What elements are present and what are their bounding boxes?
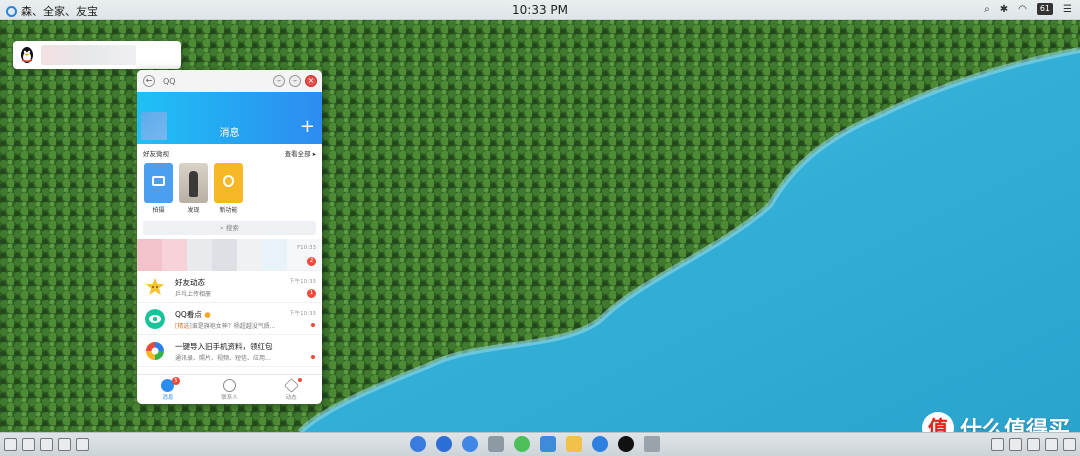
view-all-link[interactable]: 查看全部 ▸ [285, 148, 316, 158]
apps-grid-icon[interactable] [462, 436, 478, 452]
wifi-icon[interactable]: ◠ [1018, 4, 1027, 15]
tab-label: 动态 [285, 395, 297, 401]
gallery-icon[interactable] [991, 438, 1004, 451]
messages-header: 消息 + [137, 92, 322, 144]
page-title: 消息 [219, 128, 240, 139]
window-title: QQ [163, 76, 176, 86]
tab-label: 消息 [162, 395, 174, 401]
moment-shoot[interactable]: 拍摄 [144, 163, 173, 214]
desktop-icon[interactable] [40, 438, 53, 451]
tab-contacts[interactable]: 联系人 [199, 375, 261, 404]
messages-icon[interactable] [592, 436, 608, 452]
moment-discover[interactable]: 发现 [179, 163, 208, 214]
qq-window: ← QQ – – × 消息 + 好友微视 查看全部 ▸ 拍摄 发现 新功能 ⌕ … [137, 70, 322, 404]
system-logo-icon[interactable] [6, 5, 17, 17]
search-input[interactable]: ⌕ 搜索 [143, 221, 316, 235]
back-button[interactable]: ← [143, 75, 155, 87]
screen-icon[interactable] [1027, 438, 1040, 451]
verified-icon: ● [204, 310, 211, 319]
battery-indicator[interactable]: 61 [1036, 3, 1054, 15]
tab-badge: 5 [172, 377, 180, 385]
moment-label: 新功能 [219, 207, 238, 214]
dock [410, 436, 660, 452]
notification-content-redacted [41, 45, 136, 65]
redacted-conversation [137, 239, 287, 271]
eye-icon [145, 309, 165, 329]
calculator-icon[interactable] [488, 436, 504, 452]
notification-card[interactable] [13, 41, 181, 69]
menu-bar: 森、全家、友宝 10:33 PM ⌕ ✱ ◠ 61 ☰ [0, 0, 1080, 20]
star-icon [146, 278, 164, 295]
tab-feeds[interactable]: 动态 [260, 375, 322, 404]
settings-icon[interactable] [4, 438, 17, 451]
window-icon[interactable] [1009, 438, 1022, 451]
notes-icon[interactable] [566, 436, 582, 452]
minimize-icon[interactable]: – [273, 75, 285, 87]
grid-icon[interactable] [1045, 438, 1058, 451]
star-outline-icon [283, 378, 299, 393]
windows-icon[interactable] [22, 438, 35, 451]
search-icon[interactable]: ⌕ [984, 4, 990, 15]
list-item[interactable]: F10:33 2 [137, 239, 322, 271]
conversation-preview: 通讯录、照片、视频、短信、应用... [175, 355, 271, 362]
timestamp: F10:33 [296, 245, 316, 251]
taskbar [0, 432, 1080, 456]
add-button[interactable]: + [300, 118, 315, 136]
moment-new-feature[interactable]: 新功能 [214, 163, 243, 214]
camera-icon [152, 176, 165, 186]
launcher-icon[interactable] [436, 436, 452, 452]
unread-badge: 2 [307, 257, 316, 266]
bluetooth-icon[interactable]: ✱ [1000, 4, 1008, 15]
clock[interactable]: 10:33 PM [512, 3, 568, 17]
photos-icon[interactable] [540, 436, 556, 452]
control-center-icon[interactable]: ☰ [1063, 4, 1072, 15]
screenshot-icon[interactable] [58, 438, 71, 451]
pinwheel-icon [146, 342, 164, 360]
list-item[interactable]: 一键导入旧手机资料，领红包 通讯录、照片、视频、短信、应用... [137, 335, 322, 367]
app-title[interactable]: 森、全家、友宝 [21, 3, 98, 19]
dancer-thumbnail [189, 171, 198, 197]
moments-header: 好友微视 查看全部 ▸ [137, 146, 322, 160]
contacts-icon [223, 379, 236, 392]
list-item[interactable]: 好友动态 乒乓上传相册 下午10:33 1 [137, 271, 322, 303]
tab-messages[interactable]: 5 消息 [137, 375, 199, 404]
conversation-name: 一键导入旧手机资料，领红包 [175, 342, 273, 351]
record-icon[interactable] [76, 438, 89, 451]
conversation-preview: [精选]谁是旗袍女神？杨超越没气质... [175, 323, 276, 330]
moment-label: 发现 [187, 207, 200, 214]
panel-icon[interactable] [1063, 438, 1076, 451]
conversation-preview: 乒乓上传相册 [175, 291, 212, 298]
timestamp: 下午10:33 [289, 311, 316, 317]
unread-dot [311, 323, 315, 327]
tab-label: 联系人 [221, 395, 238, 401]
moments-label: 好友微视 [143, 150, 169, 158]
timestamp: 下午10:33 [289, 279, 316, 285]
list-item[interactable]: QQ看点 ● [精选]谁是旗袍女神？杨超越没气质... 下午10:33 [137, 303, 322, 335]
qq-penguin-icon [21, 47, 33, 63]
close-icon[interactable]: × [305, 75, 317, 87]
moments-row: 拍摄 发现 新功能 [137, 160, 322, 214]
unread-dot [311, 355, 315, 359]
tab-dot [298, 378, 303, 382]
trash-icon[interactable] [644, 436, 660, 452]
unread-badge: 1 [307, 289, 316, 298]
conversation-list: F10:33 2 好友动态 乒乓上传相册 下午10:33 1 QQ看点 ● [精… [137, 239, 322, 367]
moment-label: 拍摄 [152, 207, 165, 214]
lightbulb-icon [223, 175, 234, 187]
conversation-name: 好友动态 [175, 278, 205, 287]
browser-icon[interactable] [514, 436, 530, 452]
window-titlebar[interactable]: ← QQ – – × [137, 70, 322, 92]
maximize-icon[interactable]: – [289, 75, 301, 87]
bottom-tab-bar: 5 消息 联系人 动态 [137, 374, 322, 404]
finder-icon[interactable] [410, 436, 426, 452]
qq-penguin-icon[interactable] [618, 436, 634, 452]
conversation-name: QQ看点 ● [175, 310, 211, 319]
